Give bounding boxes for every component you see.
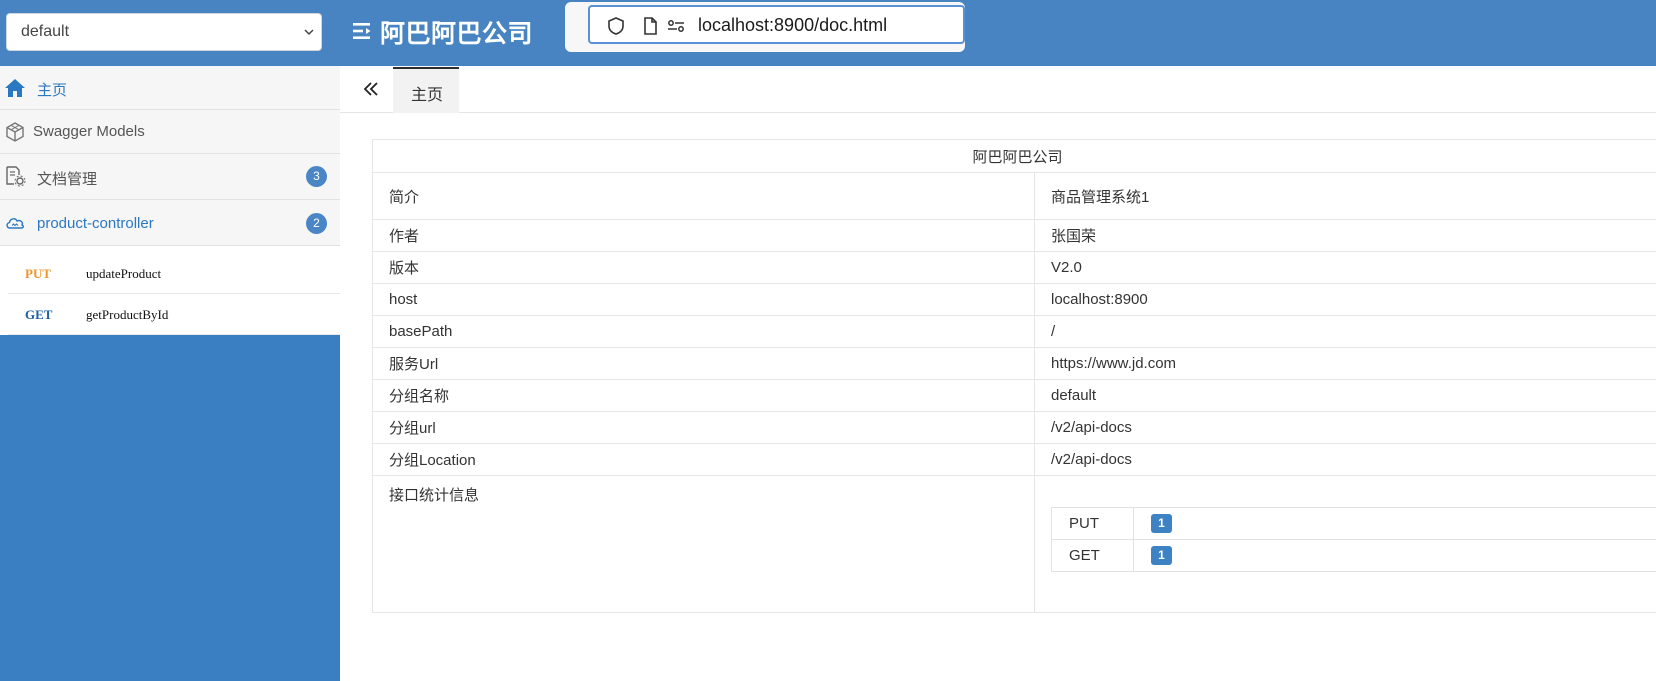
home-icon [5, 79, 25, 97]
operation-update-product[interactable]: PUT updateProduct [8, 253, 340, 294]
url-text[interactable]: localhost:8900/doc.html [698, 15, 887, 36]
group-select-dropdown[interactable]: default [6, 13, 322, 51]
count-badge: 3 [306, 166, 327, 187]
browser-url-popup: localhost:8900/doc.html [565, 2, 965, 52]
doc-settings-icon [6, 166, 26, 187]
sidebar-item-doc-management[interactable]: 文档管理 3 [0, 154, 340, 200]
page-icon[interactable] [640, 16, 660, 36]
sidebar-item-label: product-controller [37, 215, 154, 232]
info-label-basepath: basePath [372, 315, 1035, 348]
operation-name: updateProduct [86, 266, 162, 281]
info-label-group-name: 分组名称 [372, 379, 1035, 412]
info-value-group-name: default [1033, 379, 1656, 412]
count-badge: 2 [306, 213, 327, 234]
sidebar-item-label: 文档管理 [37, 171, 98, 188]
stats-method: GET [1051, 539, 1134, 572]
method-get-label: GET [25, 307, 53, 322]
info-label-version: 版本 [372, 251, 1035, 284]
stats-count-cell: 1 [1133, 539, 1656, 572]
stats-row: PUT 1 [1051, 507, 1656, 540]
browser-url-bar[interactable]: localhost:8900/doc.html [588, 5, 965, 44]
info-label-author: 作者 [372, 219, 1035, 252]
top-header-bar: default 阿巴阿巴公司 localhost:8900/doc.html [0, 0, 1656, 66]
sidebar-menu: 主页 Swagger Models 文档管理 3 product-control… [0, 66, 340, 335]
tab-home[interactable]: 主页 [393, 67, 459, 113]
sidebar: 主页 Swagger Models 文档管理 3 product-control… [0, 66, 340, 681]
count-badge: 1 [1151, 514, 1172, 533]
tab-label: 主页 [411, 87, 444, 104]
double-chevron-left-icon[interactable] [362, 80, 380, 98]
count-badge: 1 [1151, 546, 1172, 565]
operation-get-product-by-id[interactable]: GET getProductById [8, 294, 340, 335]
info-value-basepath: / [1033, 315, 1656, 348]
info-value-group-location: /v2/api-docs [1033, 443, 1656, 476]
stats-count-cell: 1 [1133, 507, 1656, 540]
cube-icon [6, 122, 24, 142]
info-value-api-stats: PUT 1 GET 1 [1033, 475, 1656, 613]
site-title: 阿巴阿巴公司 [380, 20, 534, 48]
info-label-description: 简介 [372, 172, 1035, 220]
stats-method: PUT [1051, 507, 1134, 540]
sidebar-item-label: Swagger Models [33, 123, 145, 140]
sidebar-item-swagger-models[interactable]: Swagger Models [0, 110, 340, 154]
info-value-description: 商品管理系统1 [1033, 172, 1656, 220]
info-label-service-url: 服务Url [372, 347, 1035, 380]
api-stats-table: PUT 1 GET 1 [1051, 507, 1656, 572]
operation-name: getProductById [86, 307, 169, 322]
info-value-author: 张国荣 [1033, 219, 1656, 252]
menu-toggle-icon[interactable] [352, 20, 374, 42]
cloud-icon [6, 218, 24, 229]
info-label-host: host [372, 283, 1035, 316]
info-value-host: localhost:8900 [1033, 283, 1656, 316]
sidebar-item-label: 主页 [37, 82, 68, 99]
info-label-group-location: 分组Location [372, 443, 1035, 476]
method-put-label: PUT [25, 266, 51, 281]
info-title: 阿巴阿巴公司 [371, 139, 1656, 173]
api-info-table: 阿巴阿巴公司 简介 商品管理系统1 作者 张国荣 版本 V2.0 host lo… [371, 139, 1656, 613]
group-select-value: default [21, 23, 70, 40]
info-value-version: V2.0 [1033, 251, 1656, 284]
chevron-down-icon [304, 29, 314, 36]
sidebar-item-home[interactable]: 主页 [0, 66, 340, 110]
permissions-icon[interactable] [666, 16, 686, 36]
shield-icon[interactable] [606, 16, 626, 36]
info-label-api-stats: 接口统计信息 [372, 475, 1035, 613]
info-value-service-url: https://www.jd.com [1033, 347, 1656, 380]
stats-row: GET 1 [1051, 539, 1656, 572]
tab-bar: 主页 [340, 66, 1656, 113]
info-label-group-url: 分组url [372, 411, 1035, 444]
info-value-group-url: /v2/api-docs [1033, 411, 1656, 444]
sidebar-item-product-controller[interactable]: product-controller 2 [0, 200, 340, 246]
